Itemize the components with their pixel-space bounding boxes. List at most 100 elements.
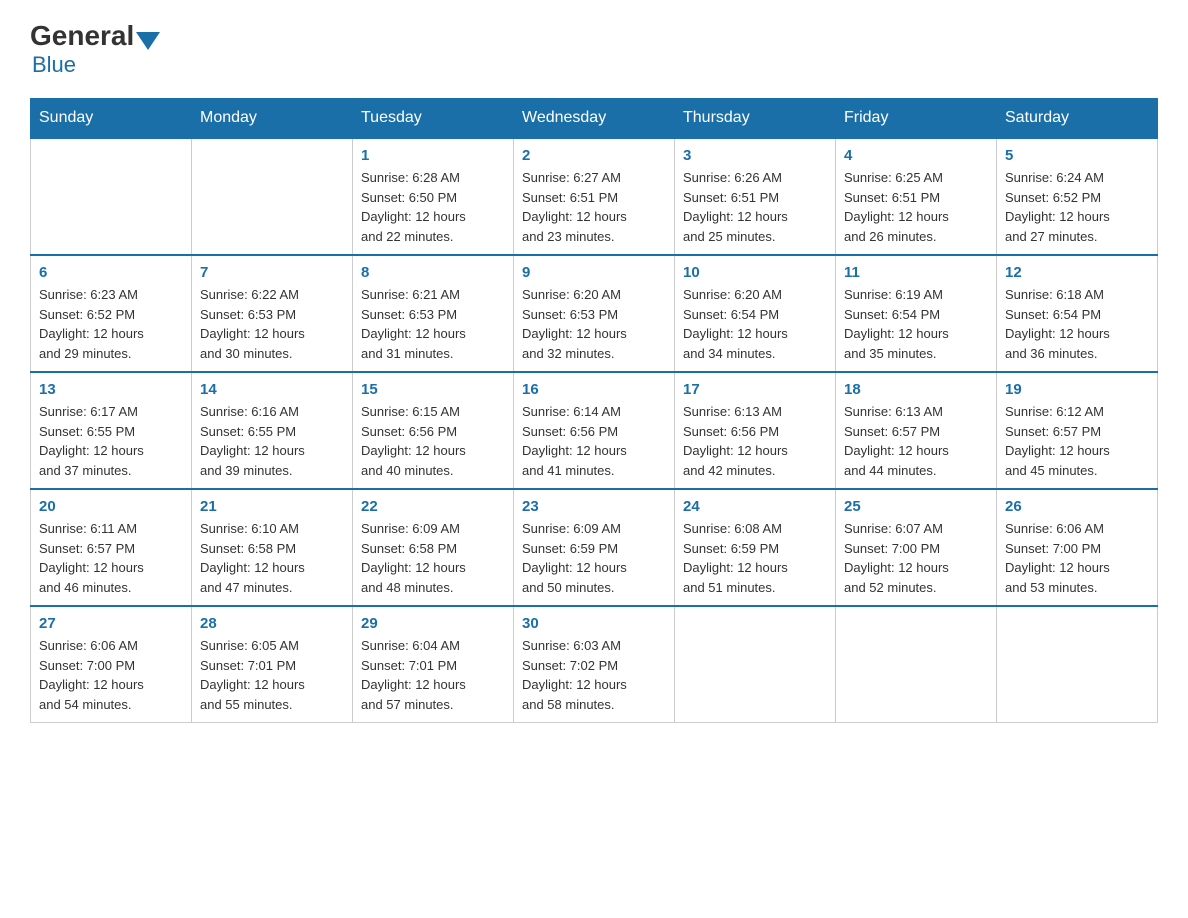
calendar-cell: 11 Sunrise: 6:19 AM Sunset: 6:54 PM Dayli… xyxy=(836,255,997,372)
day-info: Sunrise: 6:06 AM Sunset: 7:00 PM Dayligh… xyxy=(1005,519,1149,597)
day-number: 11 xyxy=(844,264,988,281)
day-number: 23 xyxy=(522,498,666,515)
day-info: Sunrise: 6:18 AM Sunset: 6:54 PM Dayligh… xyxy=(1005,285,1149,363)
weekday-header-monday: Monday xyxy=(192,99,353,139)
day-info: Sunrise: 6:07 AM Sunset: 7:00 PM Dayligh… xyxy=(844,519,988,597)
calendar-cell: 28 Sunrise: 6:05 AM Sunset: 7:01 PM Dayli… xyxy=(192,606,353,723)
calendar-cell: 29 Sunrise: 6:04 AM Sunset: 7:01 PM Dayli… xyxy=(353,606,514,723)
logo-arrow-icon xyxy=(136,32,160,50)
logo: General Blue xyxy=(30,20,162,78)
day-info: Sunrise: 6:13 AM Sunset: 6:57 PM Dayligh… xyxy=(844,402,988,480)
day-number: 20 xyxy=(39,498,183,515)
calendar-cell: 2 Sunrise: 6:27 AM Sunset: 6:51 PM Daylig… xyxy=(514,138,675,255)
day-info: Sunrise: 6:25 AM Sunset: 6:51 PM Dayligh… xyxy=(844,168,988,246)
calendar-cell: 24 Sunrise: 6:08 AM Sunset: 6:59 PM Dayli… xyxy=(675,489,836,606)
calendar-cell xyxy=(836,606,997,723)
day-info: Sunrise: 6:28 AM Sunset: 6:50 PM Dayligh… xyxy=(361,168,505,246)
day-info: Sunrise: 6:16 AM Sunset: 6:55 PM Dayligh… xyxy=(200,402,344,480)
calendar-week-row: 13Sunrise: 6:17 AM Sunset: 6:55 PM Dayli… xyxy=(31,372,1158,489)
day-number: 30 xyxy=(522,615,666,632)
logo-general-text: General xyxy=(30,20,134,52)
day-info: Sunrise: 6:10 AM Sunset: 6:58 PM Dayligh… xyxy=(200,519,344,597)
calendar-cell xyxy=(675,606,836,723)
day-number: 16 xyxy=(522,381,666,398)
day-info: Sunrise: 6:09 AM Sunset: 6:59 PM Dayligh… xyxy=(522,519,666,597)
day-number: 19 xyxy=(1005,381,1149,398)
day-info: Sunrise: 6:09 AM Sunset: 6:58 PM Dayligh… xyxy=(361,519,505,597)
calendar-week-row: 6 Sunrise: 6:23 AM Sunset: 6:52 PM Daylig… xyxy=(31,255,1158,372)
calendar-cell: 12Sunrise: 6:18 AM Sunset: 6:54 PM Dayli… xyxy=(997,255,1158,372)
day-info: Sunrise: 6:22 AM Sunset: 6:53 PM Dayligh… xyxy=(200,285,344,363)
day-number: 26 xyxy=(1005,498,1149,515)
calendar-cell xyxy=(31,138,192,255)
calendar-cell: 1Sunrise: 6:28 AM Sunset: 6:50 PM Daylig… xyxy=(353,138,514,255)
page-header: General Blue xyxy=(30,20,1158,78)
weekday-header-saturday: Saturday xyxy=(997,99,1158,139)
calendar-cell: 15 Sunrise: 6:15 AM Sunset: 6:56 PM Dayli… xyxy=(353,372,514,489)
day-info: Sunrise: 6:27 AM Sunset: 6:51 PM Dayligh… xyxy=(522,168,666,246)
day-number: 28 xyxy=(200,615,344,632)
day-number: 2 xyxy=(522,147,666,164)
day-number: 14 xyxy=(200,381,344,398)
calendar-cell: 5 Sunrise: 6:24 AM Sunset: 6:52 PM Daylig… xyxy=(997,138,1158,255)
calendar-cell: 30Sunrise: 6:03 AM Sunset: 7:02 PM Dayli… xyxy=(514,606,675,723)
calendar-cell: 14 Sunrise: 6:16 AM Sunset: 6:55 PM Dayli… xyxy=(192,372,353,489)
day-number: 21 xyxy=(200,498,344,515)
calendar-cell: 19Sunrise: 6:12 AM Sunset: 6:57 PM Dayli… xyxy=(997,372,1158,489)
weekday-header-sunday: Sunday xyxy=(31,99,192,139)
calendar-cell: 16 Sunrise: 6:14 AM Sunset: 6:56 PM Dayli… xyxy=(514,372,675,489)
calendar-cell: 23 Sunrise: 6:09 AM Sunset: 6:59 PM Dayli… xyxy=(514,489,675,606)
calendar-cell: 18 Sunrise: 6:13 AM Sunset: 6:57 PM Dayli… xyxy=(836,372,997,489)
calendar-cell: 6 Sunrise: 6:23 AM Sunset: 6:52 PM Daylig… xyxy=(31,255,192,372)
day-number: 18 xyxy=(844,381,988,398)
calendar-cell: 17Sunrise: 6:13 AM Sunset: 6:56 PM Dayli… xyxy=(675,372,836,489)
day-number: 13 xyxy=(39,381,183,398)
day-number: 7 xyxy=(200,264,344,281)
day-info: Sunrise: 6:23 AM Sunset: 6:52 PM Dayligh… xyxy=(39,285,183,363)
day-number: 22 xyxy=(361,498,505,515)
calendar-cell: 4 Sunrise: 6:25 AM Sunset: 6:51 PM Daylig… xyxy=(836,138,997,255)
weekday-header-friday: Friday xyxy=(836,99,997,139)
day-info: Sunrise: 6:24 AM Sunset: 6:52 PM Dayligh… xyxy=(1005,168,1149,246)
day-number: 9 xyxy=(522,264,666,281)
day-number: 3 xyxy=(683,147,827,164)
day-number: 24 xyxy=(683,498,827,515)
day-info: Sunrise: 6:19 AM Sunset: 6:54 PM Dayligh… xyxy=(844,285,988,363)
day-number: 10 xyxy=(683,264,827,281)
day-number: 15 xyxy=(361,381,505,398)
calendar-week-row: 27Sunrise: 6:06 AM Sunset: 7:00 PM Dayli… xyxy=(31,606,1158,723)
day-info: Sunrise: 6:26 AM Sunset: 6:51 PM Dayligh… xyxy=(683,168,827,246)
calendar-cell: 8Sunrise: 6:21 AM Sunset: 6:53 PM Daylig… xyxy=(353,255,514,372)
day-number: 27 xyxy=(39,615,183,632)
day-number: 5 xyxy=(1005,147,1149,164)
calendar-cell: 26 Sunrise: 6:06 AM Sunset: 7:00 PM Dayli… xyxy=(997,489,1158,606)
calendar-cell: 3 Sunrise: 6:26 AM Sunset: 6:51 PM Daylig… xyxy=(675,138,836,255)
calendar-cell xyxy=(192,138,353,255)
day-info: Sunrise: 6:08 AM Sunset: 6:59 PM Dayligh… xyxy=(683,519,827,597)
day-info: Sunrise: 6:15 AM Sunset: 6:56 PM Dayligh… xyxy=(361,402,505,480)
calendar-cell: 25 Sunrise: 6:07 AM Sunset: 7:00 PM Dayli… xyxy=(836,489,997,606)
day-number: 25 xyxy=(844,498,988,515)
day-number: 6 xyxy=(39,264,183,281)
calendar-cell: 22 Sunrise: 6:09 AM Sunset: 6:58 PM Dayli… xyxy=(353,489,514,606)
calendar-header-row: SundayMondayTuesdayWednesdayThursdayFrid… xyxy=(31,99,1158,139)
day-info: Sunrise: 6:14 AM Sunset: 6:56 PM Dayligh… xyxy=(522,402,666,480)
day-number: 4 xyxy=(844,147,988,164)
calendar-cell: 9 Sunrise: 6:20 AM Sunset: 6:53 PM Daylig… xyxy=(514,255,675,372)
day-info: Sunrise: 6:20 AM Sunset: 6:53 PM Dayligh… xyxy=(522,285,666,363)
calendar-week-row: 1Sunrise: 6:28 AM Sunset: 6:50 PM Daylig… xyxy=(31,138,1158,255)
day-info: Sunrise: 6:13 AM Sunset: 6:56 PM Dayligh… xyxy=(683,402,827,480)
weekday-header-tuesday: Tuesday xyxy=(353,99,514,139)
calendar-cell: 13Sunrise: 6:17 AM Sunset: 6:55 PM Dayli… xyxy=(31,372,192,489)
calendar-cell: 20Sunrise: 6:11 AM Sunset: 6:57 PM Dayli… xyxy=(31,489,192,606)
calendar-cell: 21 Sunrise: 6:10 AM Sunset: 6:58 PM Dayli… xyxy=(192,489,353,606)
day-info: Sunrise: 6:20 AM Sunset: 6:54 PM Dayligh… xyxy=(683,285,827,363)
calendar-table: SundayMondayTuesdayWednesdayThursdayFrid… xyxy=(30,98,1158,723)
day-number: 29 xyxy=(361,615,505,632)
calendar-cell: 10 Sunrise: 6:20 AM Sunset: 6:54 PM Dayli… xyxy=(675,255,836,372)
calendar-week-row: 20Sunrise: 6:11 AM Sunset: 6:57 PM Dayli… xyxy=(31,489,1158,606)
day-info: Sunrise: 6:05 AM Sunset: 7:01 PM Dayligh… xyxy=(200,636,344,714)
weekday-header-wednesday: Wednesday xyxy=(514,99,675,139)
day-info: Sunrise: 6:04 AM Sunset: 7:01 PM Dayligh… xyxy=(361,636,505,714)
calendar-cell: 27Sunrise: 6:06 AM Sunset: 7:00 PM Dayli… xyxy=(31,606,192,723)
